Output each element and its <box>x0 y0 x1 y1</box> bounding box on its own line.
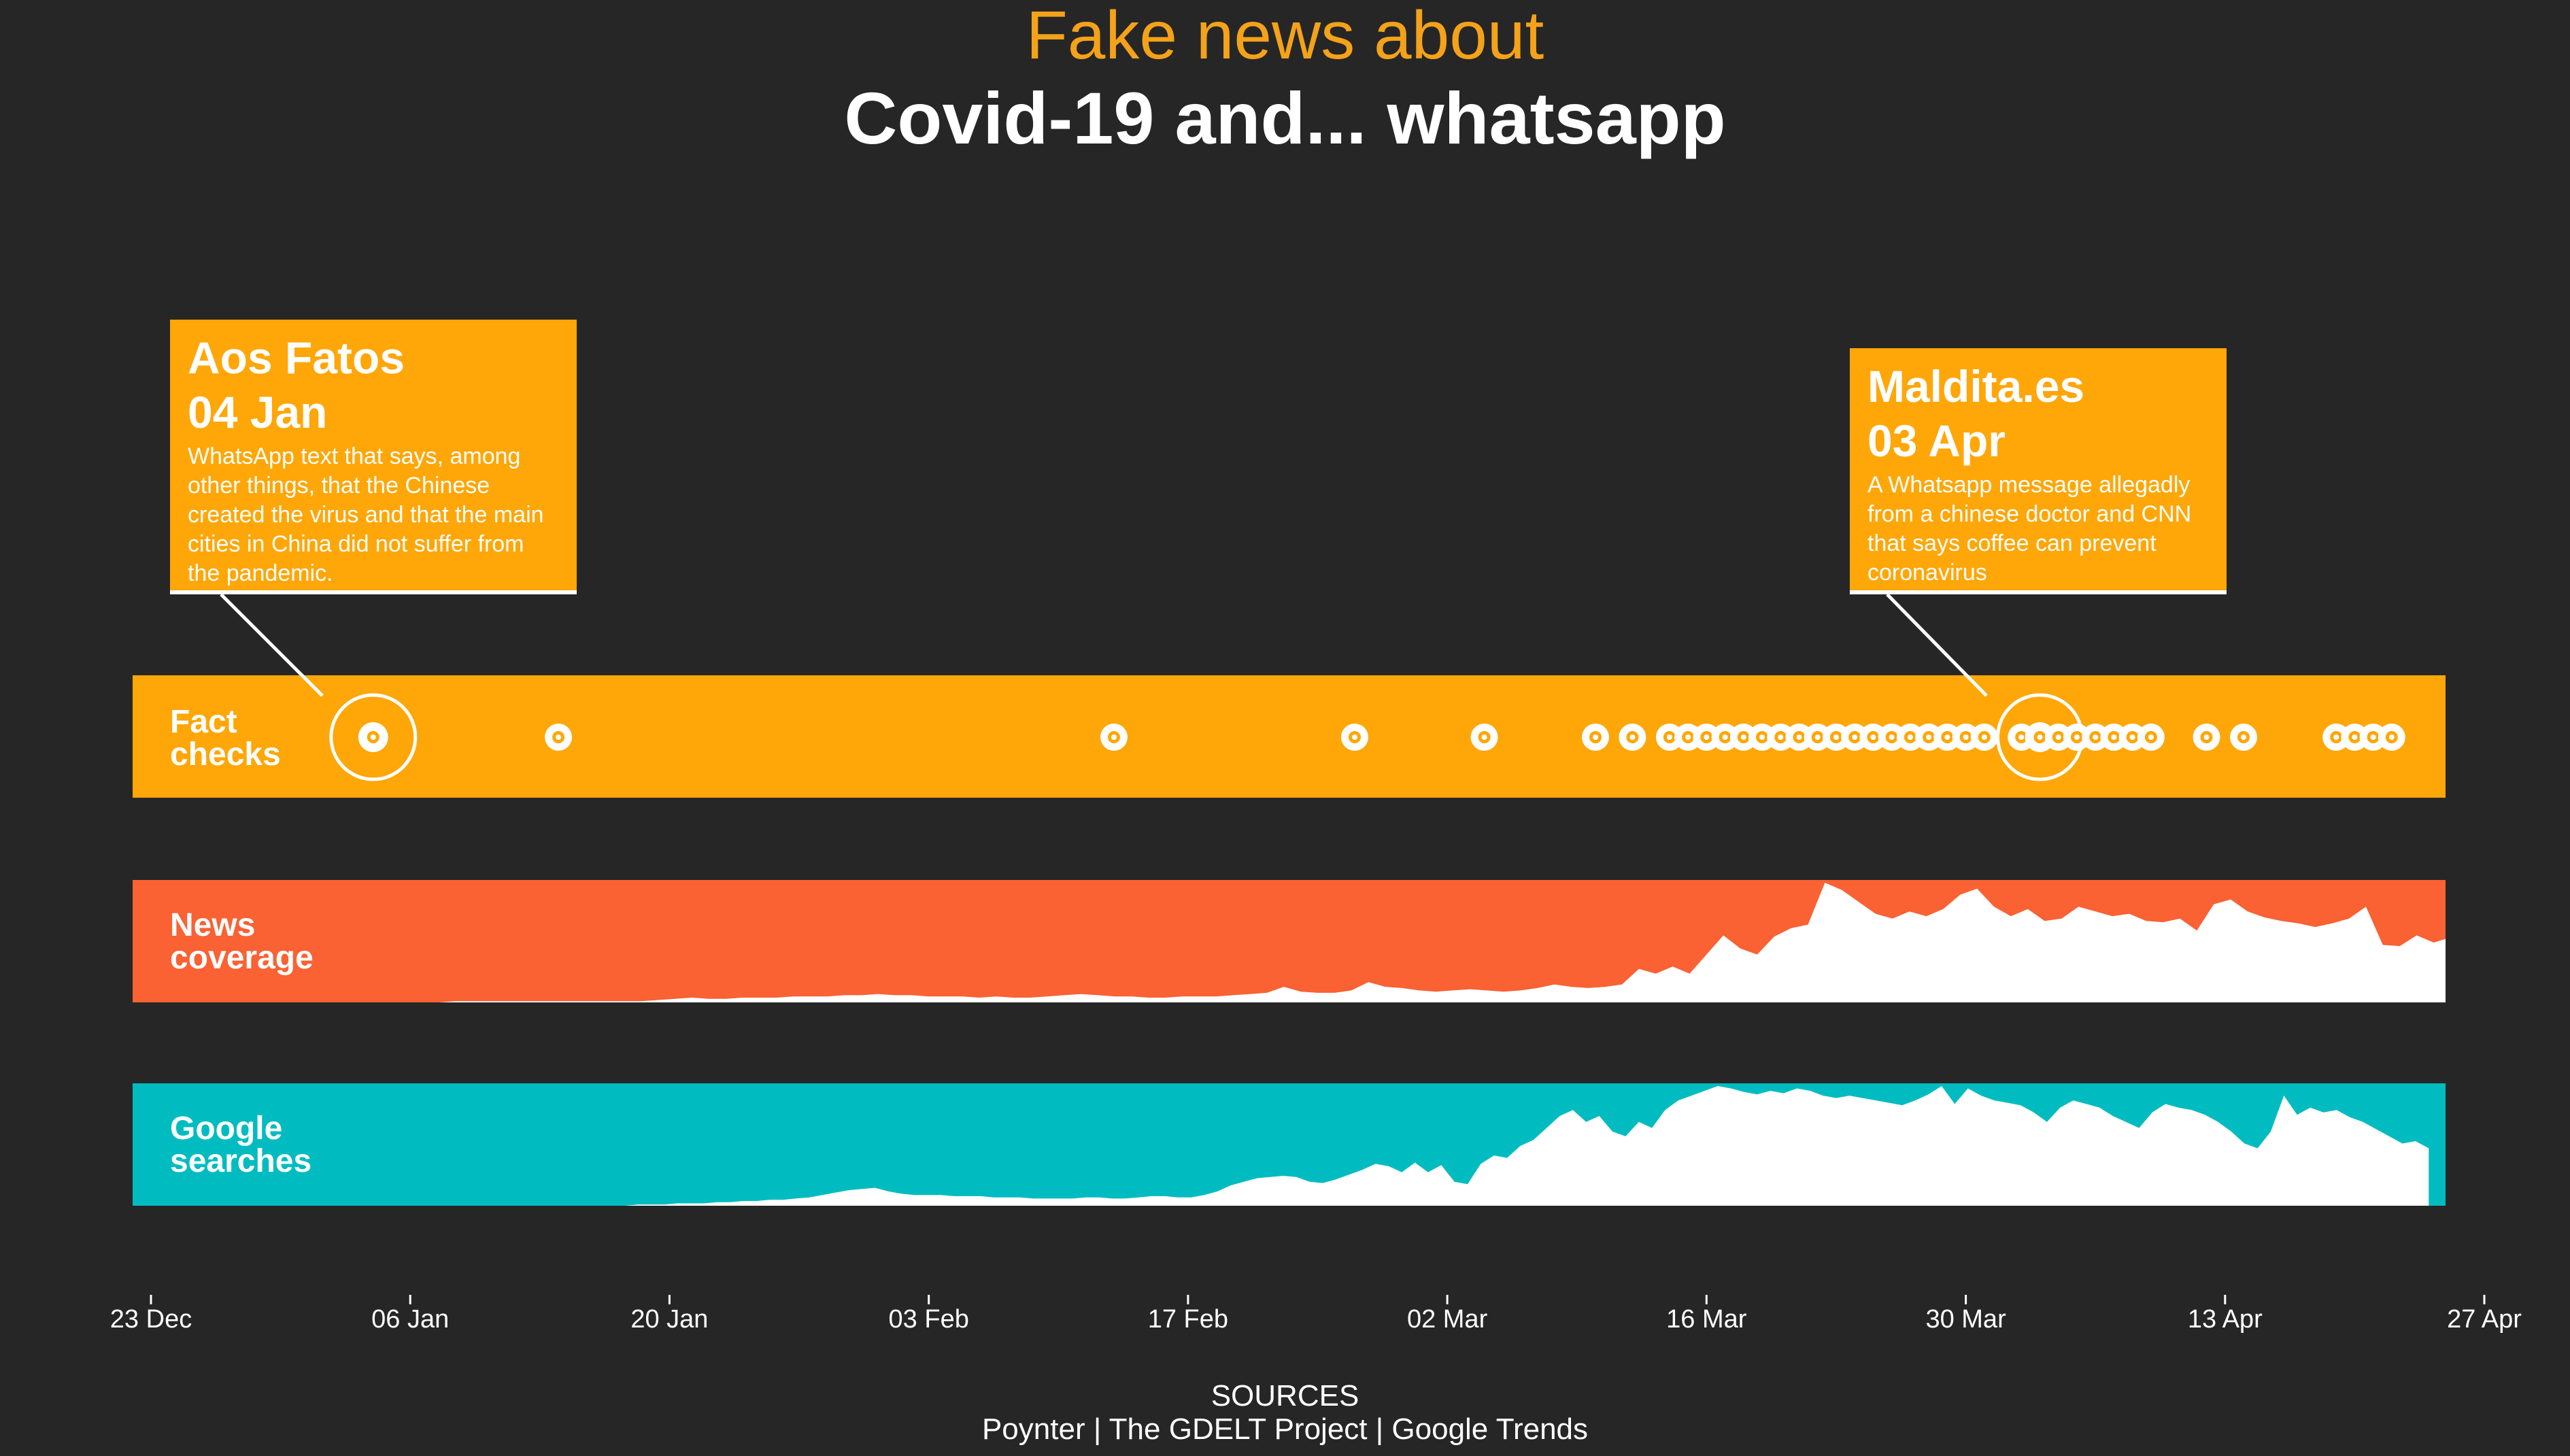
fact-check-marker-dot <box>1722 734 1728 740</box>
callout-maldita: Maldita.es 03 Apr A Whatsapp message all… <box>1850 348 2227 594</box>
fact-checks-label: Fact checks <box>170 706 374 771</box>
fact-check-marker-dot <box>1926 734 1932 740</box>
sources-text: Poynter | The GDELT Project | Google Tre… <box>981 1412 1589 1446</box>
infographic: Fake news about Covid-19 and... whatsapp… <box>0 0 2570 1456</box>
fact-check-marker-dot <box>1889 734 1895 740</box>
band-label-line: Google <box>170 1111 283 1147</box>
fact-check-marker-dot <box>2370 734 2376 740</box>
fact-check-marker-dot <box>1740 734 1746 740</box>
fact-check-marker-dot <box>2093 734 2099 740</box>
callout-text-line: other things, that the Chinese <box>188 473 490 498</box>
fact-check-marker-dot <box>2055 734 2061 740</box>
fact-check-marker-dot <box>1944 734 1950 740</box>
fact-check-marker-dot <box>1629 734 1636 740</box>
band-label-line: coverage <box>170 940 314 976</box>
fact-check-marker-dot <box>1666 734 1672 740</box>
band-label-line: Fact <box>170 704 237 740</box>
fact-check-marker-dot <box>2037 734 2043 740</box>
sources-heading: SOURCES <box>1211 1379 1359 1412</box>
fact-check-marker-dot <box>2129 734 2135 740</box>
fact-check-marker-dot <box>2074 734 2080 740</box>
callout-date: 03 Apr <box>1867 416 2006 466</box>
band-label-line: searches <box>170 1143 312 1179</box>
fact-check-marker-dot <box>2111 734 2117 740</box>
fact-check-marker-dot <box>2352 734 2358 740</box>
x-axis-tick-label: 13 Apr <box>2187 1305 2263 1334</box>
x-axis-tick-label: 30 Mar <box>1925 1305 2006 1334</box>
fact-check-marker-dot <box>556 734 562 740</box>
x-axis-tick-label: 03 Feb <box>888 1305 969 1334</box>
fact-check-marker-dot <box>2333 734 2339 740</box>
callout-aos-fatos: Aos Fatos 04 Jan WhatsApp text that says… <box>170 320 577 594</box>
x-axis-tick-label: 20 Jan <box>630 1305 709 1334</box>
fact-check-marker-dot <box>2018 734 2025 740</box>
fact-check-marker-dot <box>1907 734 1913 740</box>
band-label-line: News <box>170 907 256 943</box>
callout-text-line: cities in China did not suffer from <box>188 531 524 557</box>
fact-check-marker-dot <box>1759 734 1765 740</box>
callout-text: WhatsApp text that says, among other thi… <box>188 442 560 588</box>
callout-text-line: that says coffee can prevent <box>1867 530 2157 556</box>
fact-check-marker-dot <box>1981 734 1987 740</box>
timeline-chart <box>133 593 2486 1304</box>
x-axis <box>150 1295 2486 1304</box>
callout-text-line: created the virus and that the main <box>188 502 544 528</box>
callout-text-line: the pandemic. <box>188 560 333 586</box>
fact-check-marker-dot <box>1796 734 1802 740</box>
x-axis-tick-label: 02 Mar <box>1406 1305 1488 1334</box>
fact-check-marker-dot <box>1778 734 1784 740</box>
fact-check-marker-dot <box>1870 734 1876 740</box>
callout-source: Maldita.es <box>1867 361 2085 411</box>
x-axis-tick-label: 16 Mar <box>1666 1305 1747 1334</box>
callout-text-line: WhatsApp text that says, among <box>188 443 521 469</box>
callout-date: 04 Jan <box>188 387 328 437</box>
google-searches-label: Google searches <box>170 1113 374 1178</box>
fact-check-marker-dot <box>1963 734 1969 740</box>
fact-check-marker-dot <box>1685 734 1691 740</box>
fact-check-marker-dot <box>2203 734 2210 740</box>
callout-text-line: from a chinese doctor and CNN <box>1867 501 2192 527</box>
news-coverage-label: News coverage <box>170 909 374 975</box>
title-line-1: Fake news about <box>1026 0 1544 73</box>
fact-check-marker-dot <box>1352 734 1357 740</box>
x-axis-tick-label: 06 Jan <box>371 1305 450 1334</box>
fact-check-marker-dot <box>1704 734 1710 740</box>
fact-check-marker-dot <box>1852 734 1858 740</box>
x-axis-tick-label: 23 Dec <box>109 1305 192 1334</box>
fact-check-marker-dot <box>1481 734 1487 740</box>
band-label-line: checks <box>170 737 281 773</box>
callout-text-line: A Whatsapp message allegadly <box>1867 472 2191 498</box>
fact-check-marker-dot <box>1833 734 1839 740</box>
fact-check-marker-dot <box>2388 734 2395 740</box>
fact-check-marker-dot <box>2148 734 2154 740</box>
fact-check-marker-dot <box>2241 734 2246 740</box>
callout-source: Aos Fatos <box>188 333 405 383</box>
callout-text: A Whatsapp message allegadly from a chin… <box>1867 471 2210 588</box>
title-line-2: Covid-19 and... whatsapp <box>844 77 1726 159</box>
fact-check-marker-dot <box>1111 734 1117 740</box>
callout-text-line: coronavirus <box>1867 560 1987 586</box>
fact-check-marker-dot <box>1593 734 1598 740</box>
x-axis-tick-label: 17 Feb <box>1147 1305 1229 1334</box>
x-axis-tick-label: 27 Apr <box>2447 1305 2522 1334</box>
fact-check-marker-dot <box>1814 734 1821 740</box>
